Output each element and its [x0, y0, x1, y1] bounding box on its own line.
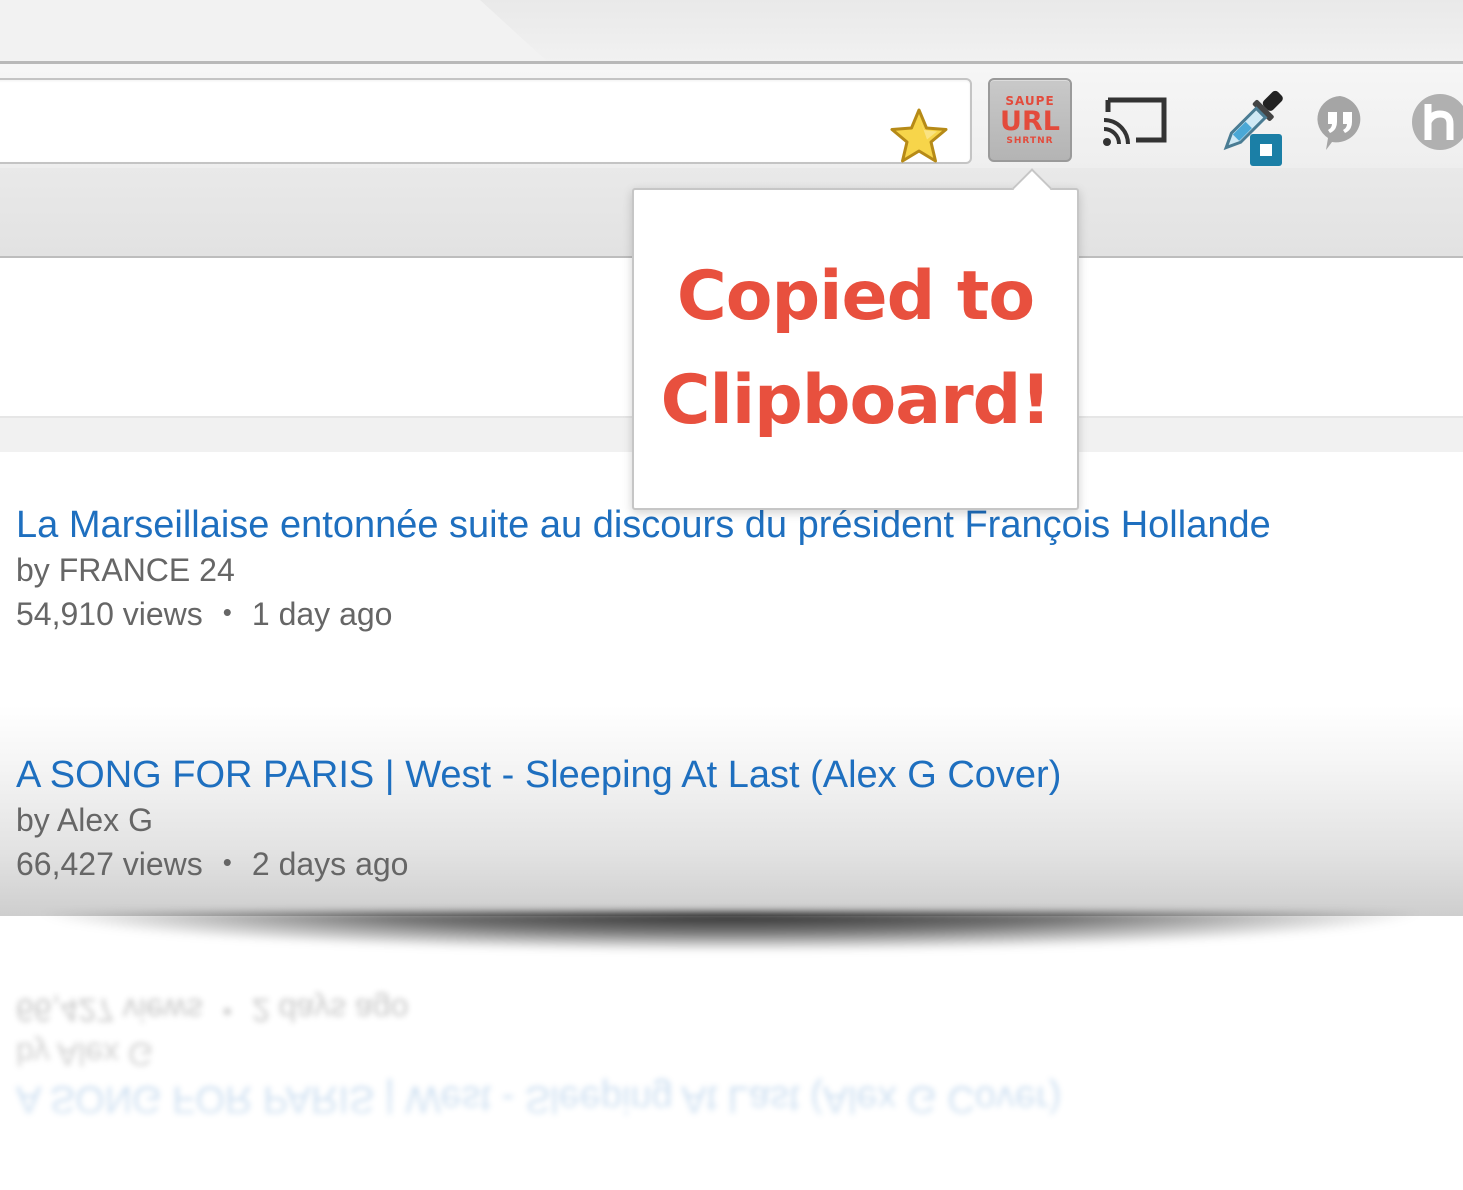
video-channel[interactable]: by FRANCE 24: [16, 548, 1271, 592]
active-tab[interactable]: [0, 0, 550, 64]
address-bar[interactable]: [0, 78, 972, 164]
url-shortener-extension-button[interactable]: SAUPE URL SHRTNR: [988, 78, 1072, 162]
quote-icon[interactable]: [1312, 92, 1368, 157]
star-icon[interactable]: [888, 106, 950, 168]
copied-popup: Copied to Clipboard!: [632, 188, 1079, 510]
video-meta: 54,910 views • 1 day ago: [16, 592, 1271, 638]
video-item: La Marseillaise entonnée suite au discou…: [16, 502, 1271, 638]
popup-message-line2: Clipboard!: [660, 361, 1052, 440]
video-meta: 66,427 views • 2 days ago: [16, 842, 1061, 888]
video-age: 1 day ago: [251, 596, 393, 632]
video-age: 2 days ago: [251, 846, 409, 882]
popup-message: Copied to Clipboard!: [646, 245, 1066, 453]
popup-message-line1: Copied to: [676, 257, 1035, 336]
video-channel[interactable]: by Alex G: [16, 798, 1061, 842]
tab-strip: [0, 0, 1463, 64]
video-views: 66,427 views: [16, 846, 203, 882]
meta-separator: •: [222, 597, 232, 627]
reflection-fade: [0, 940, 1463, 1190]
video-views: 54,910 views: [16, 596, 203, 632]
h-icon[interactable]: [1410, 92, 1463, 157]
extension-label-main: URL: [1000, 105, 1060, 137]
video-title-link[interactable]: A SONG FOR PARIS | West - Sleeping At La…: [16, 752, 1061, 798]
eyedropper-icon[interactable]: [1204, 86, 1290, 175]
extension-label-bottom: SHRTNR: [1006, 135, 1054, 146]
address-input[interactable]: [12, 100, 876, 142]
meta-separator: •: [222, 847, 232, 877]
cast-icon[interactable]: [1100, 94, 1170, 155]
video-item: A SONG FOR PARIS | West - Sleeping At La…: [16, 752, 1061, 888]
